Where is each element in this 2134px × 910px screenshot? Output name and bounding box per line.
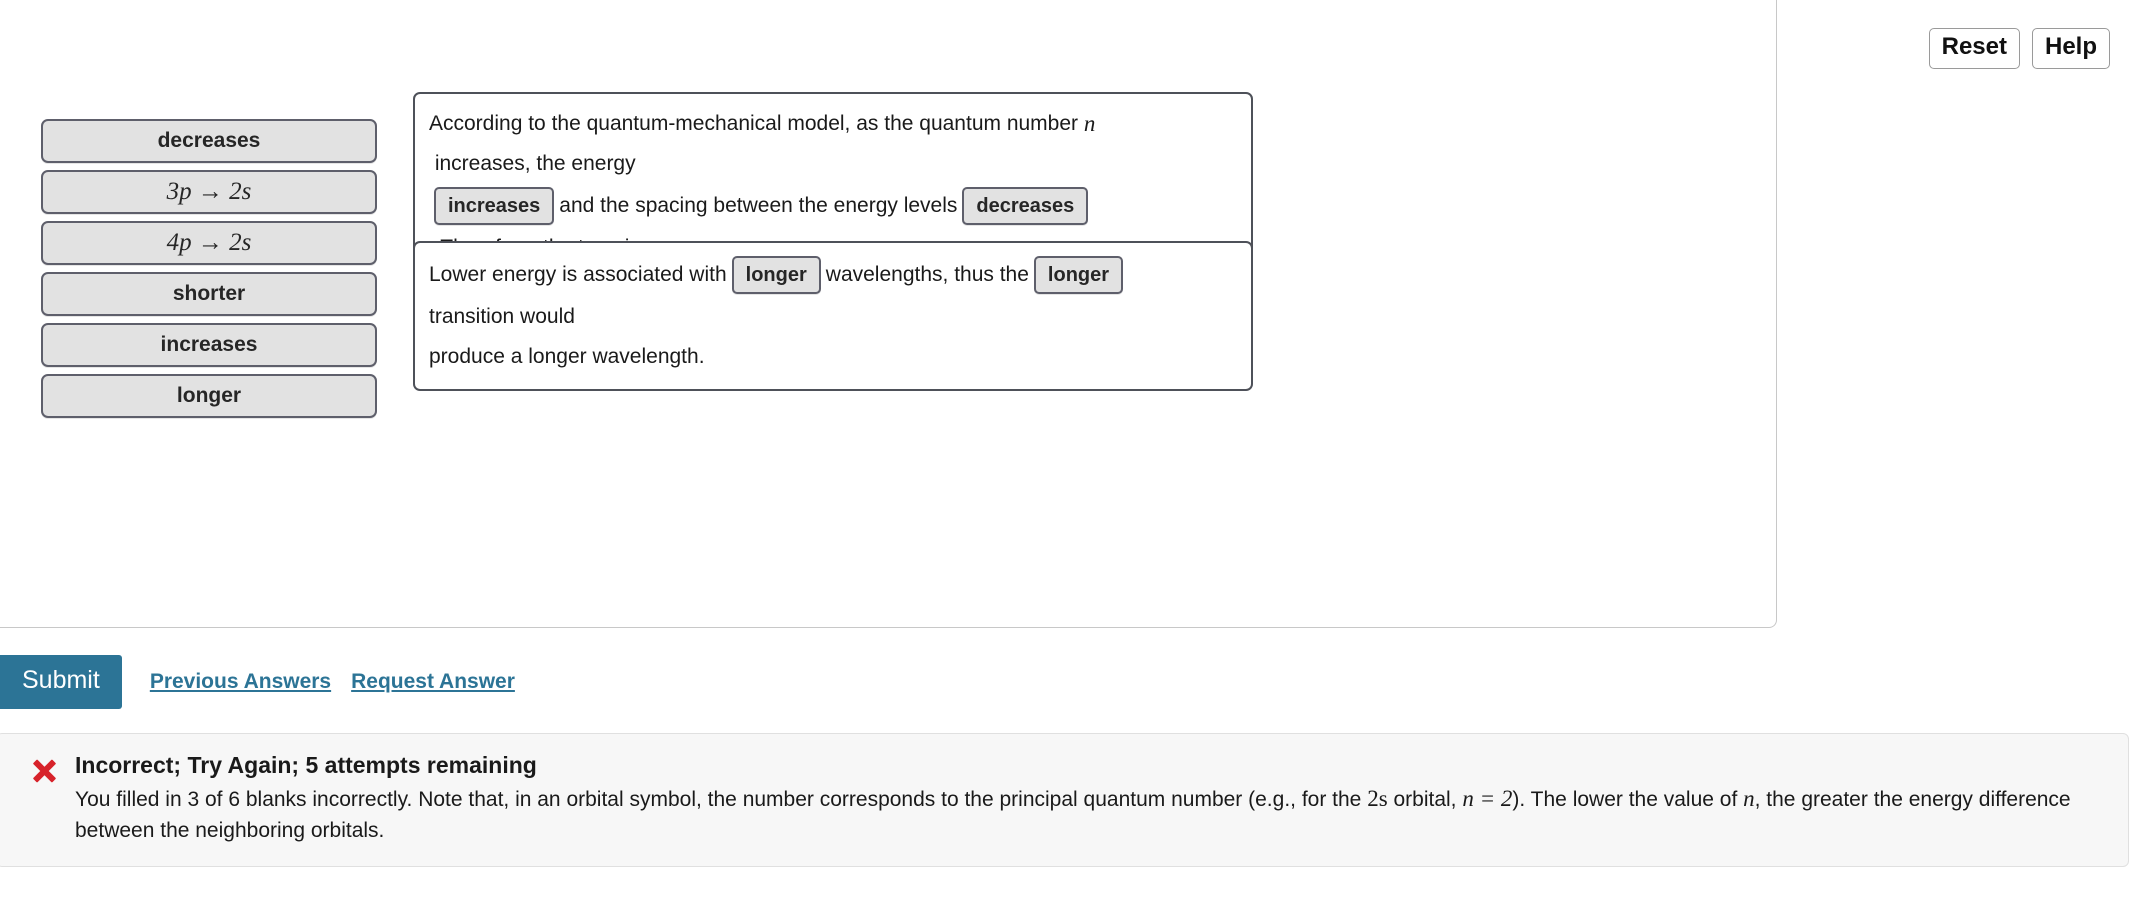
feedback-text-part: You filled in 3 of 6 blanks incorrectly.… bbox=[75, 788, 1368, 811]
problem-page: Reset Help decreases 3p → 2s 4p → 2s sho… bbox=[0, 0, 2134, 910]
submit-button[interactable]: Submit bbox=[0, 655, 122, 709]
reset-button[interactable]: Reset bbox=[1928, 28, 2020, 69]
statement-text: According to the quantum-mechanical mode… bbox=[429, 112, 1084, 135]
option-label: 3p → 2s bbox=[166, 178, 252, 205]
previous-answers-link[interactable]: Previous Answers bbox=[150, 670, 331, 694]
blank-value: longer bbox=[1047, 263, 1110, 286]
feedback-text-part: orbital, bbox=[1387, 788, 1463, 811]
feedback-math-n-equals-2: n = 2 bbox=[1462, 786, 1513, 811]
submit-row: Submit Previous Answers Request Answer bbox=[0, 655, 515, 709]
option-chip-increases[interactable]: increases bbox=[41, 323, 377, 367]
statement-text: and the spacing between the energy level… bbox=[559, 194, 958, 217]
option-chip-decreases[interactable]: decreases bbox=[41, 119, 377, 163]
answer-links: Previous Answers Request Answer bbox=[150, 670, 515, 694]
statement-math-n: n bbox=[1083, 111, 1096, 136]
problem-toolbar: Reset Help bbox=[1928, 28, 2110, 69]
option-chip-shorter[interactable]: shorter bbox=[41, 272, 377, 316]
option-label: 4p → 2s bbox=[166, 229, 252, 256]
feedback-math-n: n bbox=[1743, 786, 1755, 811]
feedback-title: Incorrect; Try Again; 5 attempts remaini… bbox=[75, 752, 537, 778]
option-chip-4p-2s[interactable]: 4p → 2s bbox=[41, 221, 377, 265]
statement-line: Lower energy is associated with longer w… bbox=[429, 253, 1237, 337]
statement-text: produce a longer wavelength. bbox=[429, 345, 705, 368]
x-mark-icon bbox=[29, 756, 59, 786]
blank-slot-6[interactable]: longer bbox=[1033, 256, 1124, 294]
option-label: shorter bbox=[172, 282, 246, 305]
feedback-math-2s: 2s bbox=[1367, 786, 1388, 811]
option-chip-3p-2s[interactable]: 3p → 2s bbox=[41, 170, 377, 214]
blank-slot-1[interactable]: increases bbox=[434, 187, 555, 225]
statement-text: Lower energy is associated with bbox=[429, 263, 727, 286]
option-label: longer bbox=[176, 384, 242, 407]
blank-value: decreases bbox=[976, 194, 1075, 217]
statement-line: According to the quantum-mechanical mode… bbox=[429, 104, 1237, 184]
statement-text: wavelengths, thus the bbox=[825, 263, 1029, 286]
request-answer-link[interactable]: Request Answer bbox=[351, 670, 515, 694]
blank-slot-2[interactable]: decreases bbox=[962, 187, 1089, 225]
statement-text: transition would bbox=[429, 305, 575, 328]
feedback-panel: Incorrect; Try Again; 5 attempts remaini… bbox=[0, 733, 2129, 867]
feedback-body: Incorrect; Try Again; 5 attempts remaini… bbox=[75, 752, 2108, 846]
feedback-text: You filled in 3 of 6 blanks incorrectly.… bbox=[75, 783, 2095, 846]
help-button[interactable]: Help bbox=[2031, 28, 2110, 69]
blank-slot-5[interactable]: longer bbox=[731, 256, 821, 294]
feedback-text-part: ). The lower the value of bbox=[1512, 788, 1744, 811]
answer-statement-box-2: Lower energy is associated with longer w… bbox=[413, 241, 1253, 391]
statement-text: increases, the energy bbox=[429, 152, 636, 175]
blank-value: increases bbox=[448, 194, 541, 217]
option-bank: decreases 3p → 2s 4p → 2s shorter increa… bbox=[41, 119, 377, 425]
blank-value: longer bbox=[745, 263, 807, 286]
option-label: increases bbox=[160, 333, 258, 356]
option-label: decreases bbox=[157, 129, 261, 152]
statement-line: produce a longer wavelength. bbox=[429, 337, 1237, 377]
option-chip-longer[interactable]: longer bbox=[41, 374, 377, 418]
